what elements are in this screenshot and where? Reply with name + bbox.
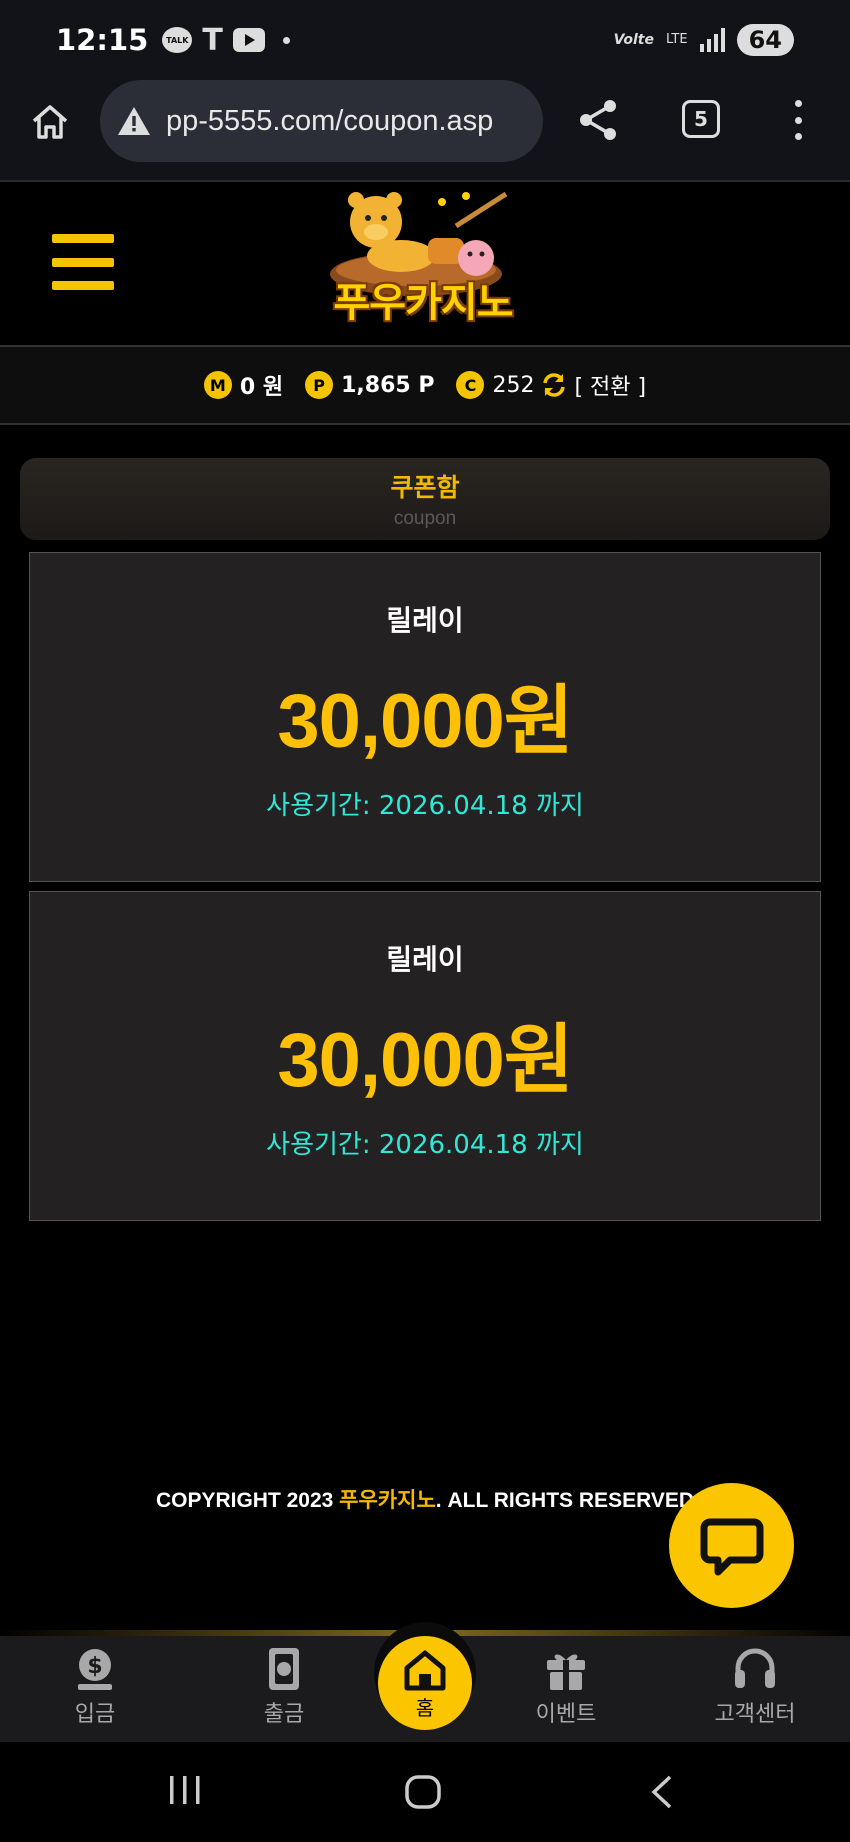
system-icons: Volte LTE 64 — [614, 24, 794, 56]
volte-icon: Volte — [613, 32, 654, 48]
gift-icon — [547, 1654, 585, 1690]
nav-support[interactable]: 고객센터 — [695, 1646, 815, 1728]
home-icon[interactable] — [30, 102, 70, 142]
chat-button[interactable] — [669, 1483, 794, 1608]
logo-text: 푸우카지노 — [333, 280, 514, 326]
deposit-icon: $ — [78, 1649, 112, 1690]
recent-apps-icon[interactable] — [168, 1774, 202, 1806]
coupon-card[interactable]: 릴레이 30,000원 사용기간: 2026.04.18 까지 — [29, 891, 821, 1221]
nav-withdraw-label: 출금 — [263, 1702, 305, 1727]
address-bar[interactable]: pp-5555.com/coupon.asp — [100, 80, 543, 162]
copyright-brand: 푸우카지노 — [339, 1489, 436, 1512]
site-logo[interactable]: 푸우카지노 — [306, 186, 540, 336]
battery-icon: 64 — [736, 24, 794, 56]
money-balance: 0 원 — [239, 375, 284, 400]
status-bar: 12:15 TALK T Volte LTE 64 — [0, 0, 850, 80]
nav-event[interactable]: 이벤트 — [506, 1646, 626, 1728]
browser-toolbar: pp-5555.com/coupon.asp 5 — [0, 80, 850, 180]
house-icon — [404, 1650, 446, 1691]
more-notifications-icon — [282, 36, 290, 44]
copyright-suffix: . ALL RIGHTS RESERVED — [435, 1489, 695, 1512]
copyright-prefix: COPYRIGHT 2023 — [155, 1489, 340, 1512]
balance-bar: M 0 원 P 1,865 P C 252 [ 전환 ] — [0, 347, 850, 425]
nav-withdraw[interactable]: 출금 — [224, 1646, 344, 1728]
coupon-card[interactable]: 릴레이 30,000원 사용기간: 2026.04.18 까지 — [29, 552, 821, 882]
home-nav-icon[interactable] — [404, 1774, 442, 1810]
more-menu-icon[interactable] — [790, 100, 806, 140]
signal-icon — [699, 28, 725, 52]
point-balance: 1,865 P — [341, 372, 435, 398]
withdraw-icon — [269, 1648, 299, 1690]
coupon-expiry: 사용기간: 2026.04.18 까지 — [266, 791, 584, 821]
nav-deposit-label: 입금 — [74, 1702, 116, 1727]
coupon-expiry: 사용기간: 2026.04.18 까지 — [266, 1130, 584, 1160]
hamburger-menu-icon[interactable] — [52, 234, 114, 290]
point-icon: P — [305, 371, 334, 399]
refresh-icon[interactable] — [540, 371, 568, 399]
nav-home[interactable]: 홈 — [378, 1636, 472, 1730]
page-title: 쿠폰함 — [390, 473, 460, 502]
coupon-name: 릴레이 — [386, 943, 464, 976]
kakaotalk-icon: TALK — [162, 27, 193, 53]
coupon-box-header: 쿠폰함 coupon — [20, 458, 830, 540]
svg-text:$: $ — [87, 1654, 102, 1679]
warning-icon[interactable] — [116, 105, 152, 137]
status-time: 12:15 — [56, 23, 149, 57]
headset-icon — [735, 1648, 775, 1688]
share-icon[interactable] — [576, 98, 620, 142]
back-icon[interactable] — [648, 1774, 676, 1810]
convert-button[interactable]: [ 전환 ] — [574, 369, 646, 401]
lte-icon: LTE — [665, 32, 688, 47]
nav-home-label: 홈 — [415, 1696, 435, 1720]
coupon-amount: 30,000원 — [277, 1018, 573, 1103]
url-text: pp-5555.com/coupon.asp — [166, 104, 494, 137]
t-app-icon: T — [202, 22, 223, 58]
page-subtitle: coupon — [393, 508, 457, 529]
coin-balance: 252 — [492, 372, 535, 398]
nav-event-label: 이벤트 — [535, 1702, 597, 1727]
site-header: 푸우카지노 — [0, 182, 850, 345]
notification-icons: TALK T — [162, 22, 290, 58]
coupon-name: 릴레이 — [386, 604, 464, 637]
chat-bubble-icon — [700, 1518, 763, 1575]
tab-count-button[interactable]: 5 — [682, 100, 720, 138]
android-navigation-bar — [0, 1742, 850, 1842]
coupon-amount: 30,000원 — [277, 679, 573, 764]
youtube-icon — [232, 28, 265, 52]
nav-deposit[interactable]: $ 입금 — [35, 1646, 155, 1728]
coin-icon: C — [456, 371, 485, 399]
nav-support-label: 고객센터 — [714, 1702, 796, 1727]
money-icon: M — [203, 371, 232, 399]
